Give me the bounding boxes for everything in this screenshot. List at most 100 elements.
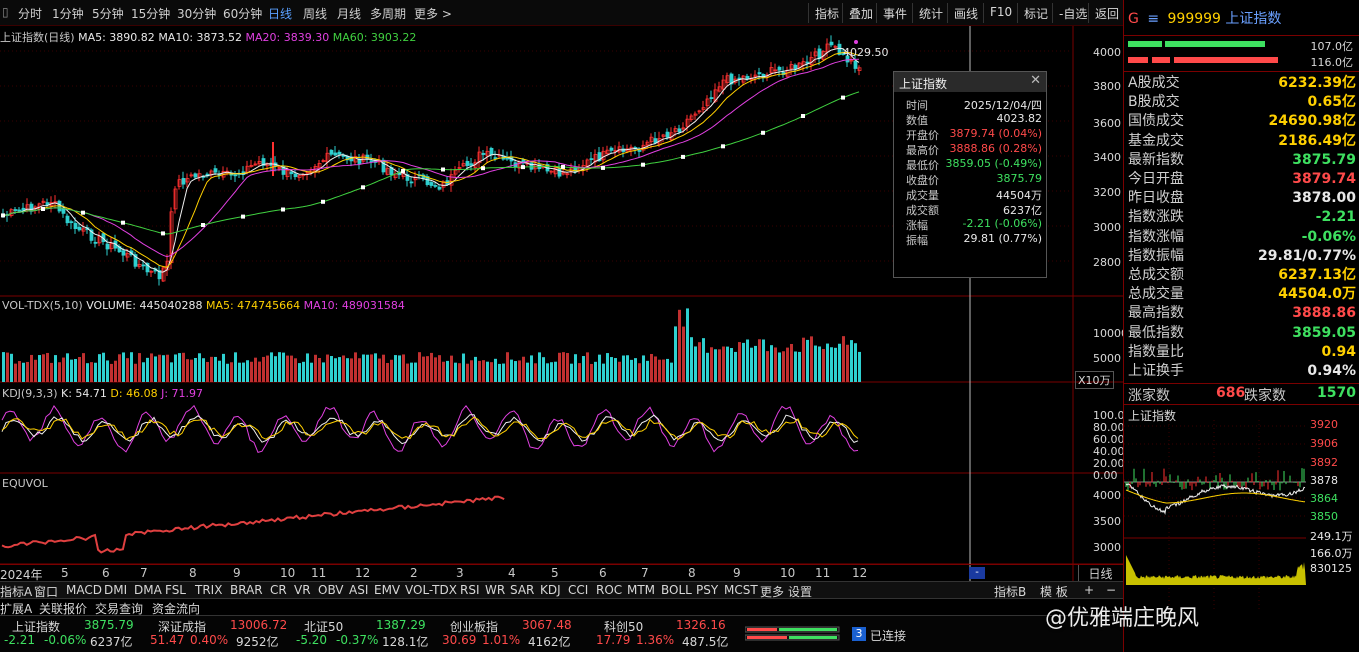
mark-button[interactable]: 标记 xyxy=(1017,3,1054,23)
indicator-tab[interactable]: VR xyxy=(294,583,311,597)
volume-bar xyxy=(602,363,605,382)
candle-body xyxy=(17,209,22,212)
volume-bar xyxy=(462,353,465,382)
volume-bar xyxy=(278,352,281,382)
volume-bar xyxy=(718,349,721,382)
indicator-tab[interactable]: DMI xyxy=(104,583,127,597)
quote-value: -2.21 xyxy=(1315,209,1356,226)
volume-bar xyxy=(254,357,257,382)
quote-row: 指数振幅 29.81/0.77% xyxy=(1128,247,1356,266)
period-tab[interactable]: 多周期 xyxy=(370,5,406,22)
volume-bar xyxy=(598,354,601,382)
period-tab[interactable]: 周线 xyxy=(303,5,327,22)
draw-button[interactable]: 画线 xyxy=(947,3,984,23)
event-button[interactable]: 事件 xyxy=(876,3,913,23)
indicator-tab[interactable]: MCST xyxy=(724,583,758,597)
volume-bar xyxy=(118,354,121,382)
candle-body xyxy=(93,241,98,244)
toolbar-handle-icon[interactable]: ▯ xyxy=(2,5,9,19)
indicator-tab[interactable]: CCI xyxy=(568,583,588,597)
indicator-tab[interactable]: 窗口 xyxy=(34,583,58,599)
indicator-tab[interactable]: 更多 xyxy=(760,583,784,599)
period-tab-more[interactable]: 更多 > xyxy=(414,5,452,22)
indicator-tab[interactable]: OBV xyxy=(318,583,344,597)
indicator-tab[interactable]: MACD xyxy=(66,583,102,597)
indicator-tab[interactable]: RSI xyxy=(460,583,480,597)
ma-legend: 上证指数(日线) MA5: 3890.82 MA10: 3873.52 MA20… xyxy=(0,29,416,45)
period-tab-active[interactable]: 日线 xyxy=(268,5,292,22)
volume-bar xyxy=(198,353,201,382)
volume-bar xyxy=(498,363,501,382)
indicator-tab[interactable]: MTM xyxy=(627,583,655,597)
quote-value: -0.06% xyxy=(1301,228,1356,245)
indicator-tab[interactable]: SAR xyxy=(510,583,534,597)
quote-key: B股成交 xyxy=(1128,94,1180,111)
volume-bar xyxy=(410,362,413,382)
candle-body xyxy=(333,152,338,156)
menu-icon[interactable]: ≡ xyxy=(1147,11,1159,27)
volume-bar xyxy=(178,353,181,382)
indicator-tab[interactable]: BOLL xyxy=(661,583,692,597)
quote-value: 3879.74 xyxy=(1292,171,1356,187)
close-icon[interactable]: ✕ xyxy=(1030,73,1041,88)
indicator-tab[interactable]: KDJ xyxy=(540,583,561,597)
ticker-amount: 128.1亿 xyxy=(382,635,429,649)
candle-body xyxy=(465,160,470,166)
indicator-tab[interactable]: VOL-TDX xyxy=(405,583,457,597)
period-tab[interactable]: 1分钟 xyxy=(52,5,84,22)
quote-value: 29.81/0.77% xyxy=(1258,247,1356,264)
period-tab[interactable]: 30分钟 xyxy=(177,5,216,22)
zoom-in-button[interactable]: + xyxy=(1084,583,1094,597)
candle-body xyxy=(293,173,298,178)
tooltip-key: 涨幅 xyxy=(906,219,928,232)
connection-status: 已连接 xyxy=(870,629,907,643)
indicator-tab[interactable]: TRIX xyxy=(195,583,222,597)
volume-bar xyxy=(470,360,473,382)
date-cursor-marker[interactable]: - xyxy=(969,567,985,579)
period-tab[interactable]: 月线 xyxy=(337,5,361,22)
ticker-percent: -0.37% xyxy=(336,633,379,647)
volume-bar xyxy=(42,354,45,382)
indicator-tab[interactable]: 设置 xyxy=(788,583,812,599)
indicator-tab[interactable]: ROC xyxy=(596,583,622,597)
zoom-out-button[interactable]: − xyxy=(1106,583,1116,597)
indicator-tab[interactable]: 指标A xyxy=(0,583,32,599)
indicator-tab[interactable]: CR xyxy=(270,583,287,597)
indicator-button[interactable]: 指标 xyxy=(808,3,845,23)
period-indicator[interactable]: 日线 xyxy=(1078,565,1122,582)
indicator-tab[interactable]: DMA xyxy=(134,583,162,597)
candle-body xyxy=(105,243,110,250)
volume-bar xyxy=(574,354,577,382)
indicator-tab[interactable]: PSY xyxy=(696,583,718,597)
price-axis-label: 3000 xyxy=(1093,221,1121,234)
volume-bar xyxy=(830,347,833,382)
template-tab[interactable]: 模 板 xyxy=(1040,583,1068,599)
f10-button[interactable]: F10 xyxy=(983,3,1018,23)
tooltip-key: 开盘价 xyxy=(906,129,939,142)
period-tab[interactable]: 15分钟 xyxy=(131,5,170,22)
indicator-tab[interactable]: WR xyxy=(485,583,505,597)
tooltip-key: 收盘价 xyxy=(906,174,939,187)
kdj-k: K: 54.71 xyxy=(61,387,107,400)
volume-bar xyxy=(758,339,761,382)
period-tab[interactable]: 5分钟 xyxy=(92,5,124,22)
stats-button[interactable]: 统计 xyxy=(912,3,949,23)
volume-bar xyxy=(778,352,781,382)
tooltip-key: 成交额 xyxy=(906,204,939,217)
ma60-marker xyxy=(201,223,205,227)
indicator-tab[interactable]: EMV xyxy=(374,583,400,597)
indicator-tab[interactable]: FSL xyxy=(165,583,186,597)
volume-bar xyxy=(594,361,597,382)
candle-body xyxy=(65,215,70,224)
volume-bar xyxy=(34,359,37,382)
back-button[interactable]: 返回 xyxy=(1088,3,1125,23)
intraday-vol-label: 830125 xyxy=(1310,562,1352,575)
indicator-tab[interactable]: BRAR xyxy=(230,583,263,597)
period-tab[interactable]: 60分钟 xyxy=(223,5,262,22)
volume-bar xyxy=(490,362,493,382)
volume-bar xyxy=(774,347,777,382)
overlay-button[interactable]: 叠加 xyxy=(842,3,879,23)
period-tab[interactable]: 分时 xyxy=(18,5,42,22)
indicator-tab[interactable]: ASI xyxy=(349,583,368,597)
indicator-b-tab[interactable]: 指标B xyxy=(994,583,1026,599)
